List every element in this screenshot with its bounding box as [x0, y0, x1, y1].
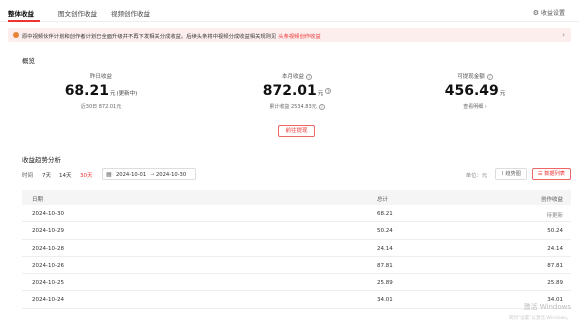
yesterday-value: 68.21 — [64, 83, 109, 99]
row-date: 2024-10-25 — [32, 280, 64, 287]
view-details-link[interactable]: 查看明细 › — [415, 103, 535, 110]
help-icon[interactable]: ? — [306, 73, 312, 80]
overview-title: 概览 — [22, 57, 35, 65]
trend-title: 收益趋势分析 — [22, 156, 61, 164]
yesterday-note: (更新中) — [116, 91, 138, 97]
row-total: 34.01 — [377, 297, 393, 304]
column-creation-earnings: 创作收益 — [540, 197, 563, 203]
column-date: 日期 — [32, 197, 44, 203]
period-14-days[interactable]: 14天 — [59, 171, 72, 179]
row-date: 2024-10-28 — [32, 245, 64, 252]
yesterday-unit: 元 — [109, 91, 116, 97]
withdraw-button[interactable]: 前往提现 — [278, 125, 315, 137]
chevron-right-icon[interactable]: › — [562, 31, 565, 39]
withdrawable-unit: 元 — [499, 91, 506, 97]
column-total: 总计 — [377, 197, 389, 203]
activation-watermark: 激活 Windows — [523, 303, 571, 311]
yesterday-label: 昨日收益 — [89, 74, 112, 80]
withdrawable-value: 456.49 — [444, 83, 499, 99]
notice-text: 原中视频伙伴计划和创作者计划已全面升级并不再下发相关分成收益。后续头条将中视频分… — [22, 34, 277, 40]
row-creation: 50.24 — [547, 228, 563, 235]
month-earnings-card: 本月收益? 872.01元? 累计收益 2534.83元? — [237, 72, 357, 110]
notice-banner: 原中视频伙伴计划和创作者计划已全面升级并不再下发相关分成收益。后续头条将中视频分… — [8, 28, 571, 42]
earnings-table: 日期 总计 创作收益 2024-10-30 68.21 待更新 2024-10-… — [22, 190, 571, 309]
month-unit: 元 — [317, 91, 324, 97]
earnings-settings-label: 收益设置 — [540, 10, 565, 17]
row-date: 2024-10-26 — [32, 262, 64, 269]
tab-overall-earnings[interactable]: 整体收益 — [8, 8, 34, 18]
earnings-settings-button[interactable]: ⚙ 收益设置 — [533, 8, 565, 17]
active-tab-indicator — [8, 20, 40, 22]
activation-watermark-hint: 转到“设置”以激活 Windows。 — [508, 316, 571, 321]
warning-dot-icon — [13, 32, 19, 38]
row-creation: 待更新 — [546, 213, 563, 219]
row-creation: 24.14 — [547, 245, 563, 252]
yesterday-earnings-card: 昨日收益 68.21元(更新中) 近30日 872.01元 — [41, 72, 161, 110]
withdrawable-label: 可提现金额 — [457, 74, 485, 80]
table-row: 2024-10-25 25.89 25.89 — [22, 274, 571, 292]
row-date: 2024-10-30 — [32, 211, 64, 217]
trend-chart-label: 趋势图 — [505, 171, 521, 177]
gear-icon: ⚙ — [532, 9, 539, 17]
table-row: 2024-10-28 24.14 24.14 — [22, 240, 571, 257]
month-value: 872.01 — [262, 83, 317, 99]
tab-video-earnings[interactable]: 视频创作收益 — [111, 8, 150, 18]
tab-article-earnings[interactable]: 图文创作收益 — [58, 8, 97, 18]
yesterday-sub: 近30日 872.01元 — [80, 104, 122, 110]
unit-label: 单位：元 — [465, 173, 487, 179]
data-list-label: 数据列表 — [544, 171, 565, 177]
tab-bar: 整体收益 图文创作收益 视频创作收益 ⚙ 收益设置 — [0, 0, 579, 22]
help-icon[interactable]: ? — [318, 103, 325, 110]
help-icon[interactable]: ? — [325, 88, 332, 94]
row-creation: 25.89 — [547, 280, 563, 287]
notice-link[interactable]: 头条视频创作收益 — [278, 34, 320, 40]
table-row: 2024-10-24 34.01 34.01 — [22, 291, 571, 309]
row-total: 25.89 — [377, 280, 393, 287]
period-30-days[interactable]: 30天 — [80, 171, 93, 179]
row-date: 2024-10-29 — [32, 228, 64, 235]
data-list-view-button[interactable]: ☰ 数据列表 — [531, 168, 571, 180]
row-date: 2024-10-24 — [32, 297, 64, 304]
date-range-picker[interactable]: ▦ 2024-10-01 → 2024-10-30 — [102, 168, 196, 180]
trend-toolbar: 时间 7天 14天 30天 ▦ 2024-10-01 → 2024-10-30 … — [22, 168, 571, 182]
period-7-days[interactable]: 7天 — [42, 171, 51, 179]
month-sub: 累计收益 2534.83元 — [269, 104, 317, 110]
trend-chart-view-button[interactable]: ⌇ 趋势图 — [495, 168, 527, 180]
table-row: 2024-10-29 50.24 50.24 — [22, 222, 571, 240]
date-from: 2024-10-01 — [116, 172, 147, 178]
row-total: 68.21 — [377, 211, 393, 217]
table-row: 2024-10-26 87.81 87.81 — [22, 257, 571, 275]
table-header: 日期 总计 创作收益 — [22, 190, 571, 205]
row-total: 87.81 — [377, 262, 393, 269]
withdrawable-card: 可提现金额? 456.49元 查看明细 › — [415, 72, 535, 110]
row-creation: 87.81 — [547, 262, 563, 269]
month-label: 本月收益 — [281, 74, 304, 80]
calendar-icon: ▦ — [106, 171, 112, 178]
table-row: 2024-10-30 68.21 待更新 — [22, 205, 571, 223]
row-total: 50.24 — [377, 228, 393, 235]
date-separator: → — [150, 172, 155, 178]
period-label: 时间 — [22, 173, 34, 179]
row-total: 24.14 — [377, 245, 393, 252]
help-icon[interactable]: ? — [486, 73, 493, 80]
date-to: 2024-10-30 — [156, 172, 187, 178]
